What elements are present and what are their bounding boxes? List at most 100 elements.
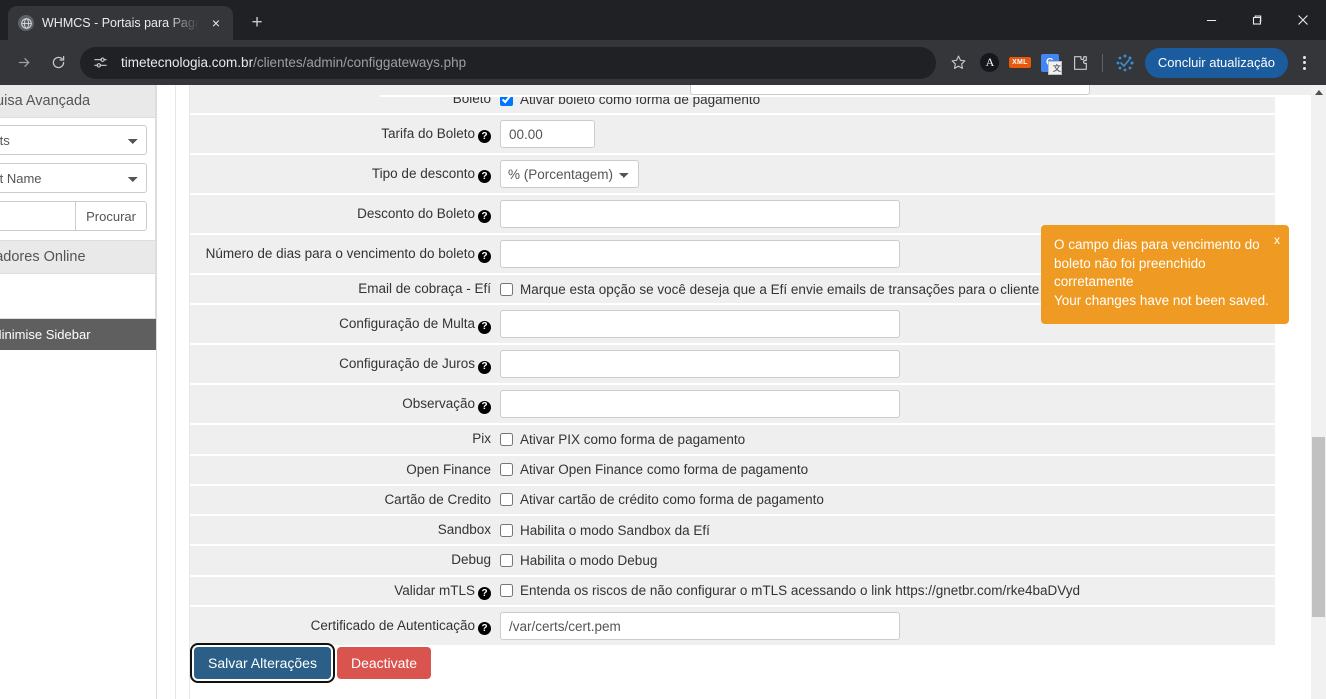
- page-scrollbar[interactable]: [1311, 85, 1326, 699]
- forward-button[interactable]: [8, 47, 40, 79]
- field-label: Tarifa do Boleto: [381, 125, 475, 141]
- field-checkbox[interactable]: [500, 553, 513, 567]
- field-control-cell: Entenda os riscos de não configurar o mT…: [500, 575, 1275, 608]
- scroll-up-arrow-icon[interactable]: [1311, 85, 1326, 100]
- xml-badge-label: XML: [1009, 57, 1031, 68]
- search-type-select[interactable]: Clients: [0, 125, 147, 155]
- field-control-cell: [500, 114, 1275, 156]
- field-text-input[interactable]: [500, 390, 900, 419]
- field-label-cell: Configuração de Juros?: [190, 344, 500, 386]
- field-label-cell: Desconto do Boleto?: [190, 194, 500, 236]
- help-icon[interactable]: ?: [478, 587, 491, 601]
- field-label-cell: Cartão de Credito: [190, 484, 500, 517]
- help-icon[interactable]: ?: [478, 360, 491, 374]
- config-field-row: Observação?: [190, 384, 1275, 426]
- field-label-cell: Debug: [190, 545, 500, 577]
- field-checkbox[interactable]: [500, 523, 513, 537]
- help-icon[interactable]: ?: [478, 622, 491, 636]
- field-text-input[interactable]: [500, 200, 900, 229]
- config-field-row: Configuração de Juros?: [190, 344, 1275, 386]
- tab-close-icon[interactable]: ×: [207, 14, 225, 32]
- bookmark-star-icon[interactable]: [944, 48, 974, 78]
- a-badge-icon[interactable]: A: [976, 49, 1004, 77]
- field-checkbox[interactable]: [500, 584, 513, 598]
- operators-online-title: Operadores Online: [0, 241, 155, 274]
- close-window-button[interactable]: [1280, 0, 1326, 40]
- browser-toolbar: timetecnologia.com.br/clientes/admin/con…: [0, 40, 1326, 85]
- field-control-cell: [500, 606, 1275, 648]
- checkbox-text: Marque esta opção se você deseja que a E…: [520, 281, 1068, 297]
- help-icon[interactable]: ?: [478, 170, 491, 184]
- checkbox-text: Ativar Open Finance como forma de pagame…: [520, 462, 809, 478]
- search-button[interactable]: Procurar: [75, 201, 147, 231]
- field-label: Configuração de Multa: [339, 316, 475, 332]
- checkbox-text: Ativar cartão de crédito como forma de p…: [520, 492, 824, 508]
- field-label: Certificado de Autenticação: [310, 617, 475, 633]
- help-icon[interactable]: ?: [478, 320, 491, 334]
- maximize-button[interactable]: [1234, 0, 1280, 40]
- field-checkbox[interactable]: [500, 463, 513, 477]
- globe-icon: [18, 15, 34, 31]
- field-checkbox[interactable]: [500, 282, 513, 296]
- field-control-cell: [500, 344, 1275, 386]
- help-icon[interactable]: ?: [478, 130, 491, 144]
- browser-tab[interactable]: WHMCS - Portais para Pagame ×: [8, 6, 233, 40]
- field-checkbox[interactable]: [500, 433, 513, 447]
- help-icon[interactable]: ?: [478, 210, 491, 224]
- config-field-row: Open Finance Ativar Open Finance como for…: [190, 454, 1275, 486]
- search-input[interactable]: [0, 201, 76, 231]
- advanced-search-title: Pesquisa Avançada: [0, 85, 155, 118]
- extensions-puzzle-icon[interactable]: [1066, 49, 1094, 77]
- field-checkbox[interactable]: [500, 493, 513, 507]
- field-text-input[interactable]: [500, 120, 595, 149]
- admin-sidebar: Pesquisa Avançada Clients Client Name Pr…: [0, 85, 157, 699]
- update-button[interactable]: Concluir atualização: [1144, 47, 1288, 78]
- advanced-search-body: Clients Client Name Procurar: [0, 118, 155, 240]
- chrome-menu-icon[interactable]: [1290, 48, 1318, 78]
- reload-button[interactable]: [42, 47, 74, 79]
- checkbox-row: Ativar Open Finance como forma de pagame…: [500, 462, 1275, 477]
- url-text: timetecnologia.com.br/clientes/admin/con…: [121, 55, 926, 70]
- url-path: /clientes/admin/configgateways.php: [253, 55, 467, 70]
- operators-online-body: [0, 274, 155, 318]
- minimise-sidebar-button[interactable]: « Minimise Sidebar: [0, 319, 156, 350]
- field-label: Cartão de Credito: [384, 491, 491, 507]
- xml-badge-icon[interactable]: XML: [1006, 49, 1034, 77]
- field-label-cell: Pix: [190, 424, 500, 456]
- field-label: Debug: [451, 552, 491, 568]
- deactivate-button[interactable]: Deactivate: [336, 647, 432, 680]
- field-select[interactable]: % (Porcentagem): [500, 160, 639, 189]
- sync-dots-icon[interactable]: [1111, 49, 1139, 77]
- browser-window: WHMCS - Portais para Pagame × +: [0, 0, 1326, 699]
- field-label: Observação: [402, 396, 475, 412]
- search-field-select[interactable]: Client Name: [0, 163, 147, 193]
- field-text-input[interactable]: [500, 612, 900, 641]
- field-control-cell: Ativar PIX como forma de pagamento: [500, 424, 1275, 456]
- field-text-input[interactable]: [500, 350, 900, 379]
- save-button[interactable]: Salvar Alterações: [190, 643, 335, 684]
- checkbox-text: Habilita o modo Sandbox da Efí: [520, 522, 710, 538]
- field-label: Pix: [472, 431, 491, 447]
- site-settings-icon[interactable]: [88, 51, 112, 75]
- checkbox-row: Ativar cartão de crédito como forma de p…: [500, 492, 1275, 507]
- help-icon[interactable]: ?: [478, 250, 491, 264]
- field-label-cell: Tarifa do Boleto?: [190, 114, 500, 156]
- new-tab-button[interactable]: +: [243, 9, 271, 37]
- address-bar[interactable]: timetecnologia.com.br/clientes/admin/con…: [80, 46, 936, 79]
- config-fields-table: Boleto Ativar boleto como forma de pagame…: [190, 85, 1275, 648]
- content-gutter: [157, 85, 190, 699]
- error-toast: x O campo dias para vencimento do boleto…: [1041, 225, 1289, 324]
- config-field-row: Validar mTLS? Entenda os riscos de não co…: [190, 575, 1275, 608]
- minimize-button[interactable]: [1188, 0, 1234, 40]
- tab-strip: WHMCS - Portais para Pagame × +: [0, 0, 1326, 40]
- scrollbar-thumb[interactable]: [1312, 437, 1325, 617]
- field-text-input[interactable]: [500, 240, 900, 269]
- scroll-down-area[interactable]: [1311, 684, 1326, 699]
- field-text-input[interactable]: [500, 310, 900, 339]
- field-label: Tipo de desconto: [371, 165, 475, 181]
- toast-close-icon[interactable]: x: [1274, 234, 1280, 246]
- field-label: Número de dias para o vencimento do bole…: [205, 245, 475, 261]
- partial-input-above[interactable]: [690, 85, 1090, 95]
- google-translate-icon[interactable]: G文: [1036, 49, 1064, 77]
- help-icon[interactable]: ?: [478, 400, 491, 414]
